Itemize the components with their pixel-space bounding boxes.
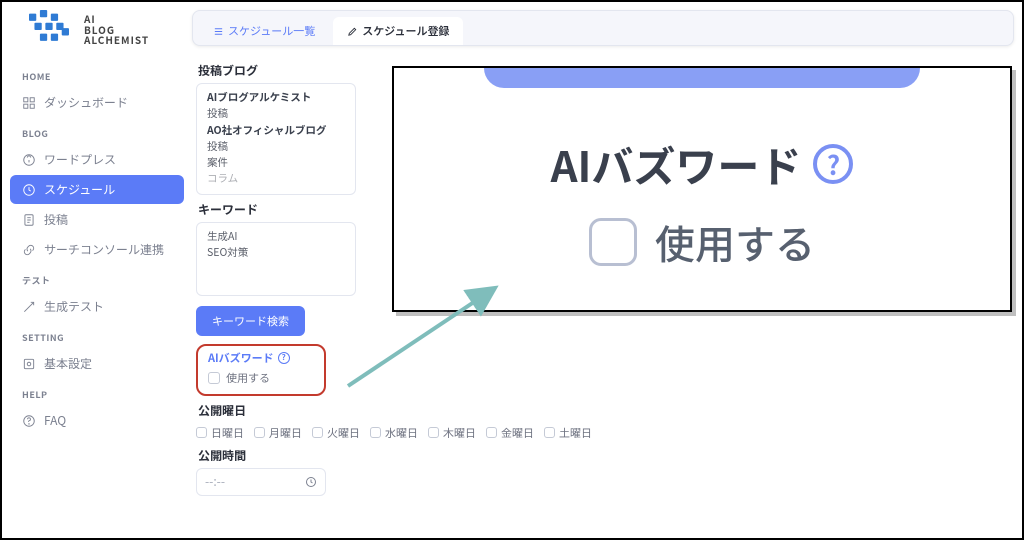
- nav-item-faq[interactable]: FAQ: [10, 406, 184, 435]
- nav-group-home: HOME: [10, 66, 184, 87]
- nav-item-label: FAQ: [44, 412, 66, 429]
- tab-label: スケジュール一覧: [228, 23, 315, 39]
- keyword-search-button[interactable]: キーワード検索: [196, 306, 305, 336]
- dashboard-icon: [22, 96, 36, 110]
- logo-mark-icon: [20, 10, 78, 50]
- link-icon: [22, 243, 36, 257]
- nav-item-dashboard[interactable]: ダッシュボード: [10, 88, 184, 117]
- edit-icon: [347, 26, 358, 37]
- nav-item-schedule[interactable]: スケジュール: [10, 175, 184, 204]
- tab-schedule-register[interactable]: スケジュール登録: [333, 17, 463, 45]
- day-checkbox-wed[interactable]: 水曜日: [370, 425, 418, 441]
- time-value: --:--: [205, 473, 225, 490]
- clock-icon: [22, 183, 36, 197]
- nav-item-gentest[interactable]: 生成テスト: [10, 292, 184, 321]
- clock-icon: [305, 476, 317, 488]
- keyword-textarea[interactable]: 生成AI SEO対策: [196, 222, 356, 296]
- zoom-use-checkbox[interactable]: 使用する: [589, 213, 815, 271]
- tab-label: スケジュール登録: [362, 23, 449, 39]
- nav-item-label: ダッシュボード: [44, 94, 128, 111]
- publish-time-label: 公開時間: [198, 447, 1010, 464]
- help-icon: [22, 414, 36, 428]
- day-checkbox-fri[interactable]: 金曜日: [486, 425, 534, 441]
- ai-buzzword-block: AIバズワード ? 使用する: [196, 344, 326, 396]
- nav-item-label: サーチコンソール連携: [44, 241, 164, 258]
- checkbox-label: 使用する: [226, 370, 270, 386]
- checkbox-icon: [589, 218, 637, 266]
- checkbox-icon: [208, 372, 220, 384]
- sidebar: AI BLOG ALCHEMIST HOME ダッシュボード BLOG ワードプ…: [2, 2, 192, 538]
- tab-schedule-list[interactable]: スケジュール一覧: [199, 17, 329, 45]
- nav-item-label: スケジュール: [44, 181, 115, 198]
- day-checkbox-sat[interactable]: 土曜日: [544, 425, 592, 441]
- nav-item-basic-settings[interactable]: 基本設定: [10, 349, 184, 378]
- day-checkbox-sun[interactable]: 日曜日: [196, 425, 244, 441]
- blog-select-box[interactable]: AIブログアルケミスト 投稿 AO社オフィシャルブログ 投稿 案件 コラム: [196, 83, 356, 195]
- nav-item-label: 投稿: [44, 211, 68, 228]
- ai-buzzword-label: AIバズワード: [208, 350, 274, 366]
- app-logo: AI BLOG ALCHEMIST: [10, 8, 184, 60]
- nav-group-setting: SETTING: [10, 327, 184, 348]
- zoom-callout: AIバズワード ? 使用する: [392, 66, 1012, 312]
- nav-item-label: 基本設定: [44, 355, 92, 372]
- nav-item-wordpress[interactable]: ワードプレス: [10, 145, 184, 174]
- zoom-header-bar: [484, 68, 920, 88]
- publish-days-row: 日曜日 月曜日 火曜日 水曜日 木曜日 金曜日 土曜日: [196, 425, 1010, 441]
- nav-group-test: テスト: [10, 270, 184, 291]
- ai-buzzword-use-checkbox[interactable]: 使用する: [208, 370, 314, 386]
- nav-item-posts[interactable]: 投稿: [10, 205, 184, 234]
- publish-days-label: 公開曜日: [198, 402, 1010, 419]
- day-checkbox-thu[interactable]: 木曜日: [428, 425, 476, 441]
- list-icon: [213, 26, 224, 37]
- tabs-bar: スケジュール一覧 スケジュール登録: [192, 10, 1014, 46]
- publish-time-input[interactable]: --:--: [196, 468, 326, 496]
- nav-group-help: HELP: [10, 384, 184, 405]
- day-checkbox-mon[interactable]: 月曜日: [254, 425, 302, 441]
- nav-group-blog: BLOG: [10, 123, 184, 144]
- nav-item-search-console[interactable]: サーチコンソール連携: [10, 235, 184, 264]
- checkbox-label: 使用する: [655, 213, 815, 271]
- zoom-buzzword-title: AIバズワード: [551, 134, 802, 195]
- nav-item-label: ワードプレス: [44, 151, 116, 168]
- day-checkbox-tue[interactable]: 火曜日: [312, 425, 360, 441]
- nav-item-label: 生成テスト: [44, 298, 104, 315]
- logo-text: AI BLOG ALCHEMIST: [84, 14, 149, 46]
- wordpress-icon: [22, 153, 36, 167]
- settings-icon: [22, 357, 36, 371]
- wand-icon: [22, 300, 36, 314]
- help-icon[interactable]: ?: [278, 352, 290, 364]
- help-icon[interactable]: ?: [813, 144, 853, 184]
- document-icon: [22, 213, 36, 227]
